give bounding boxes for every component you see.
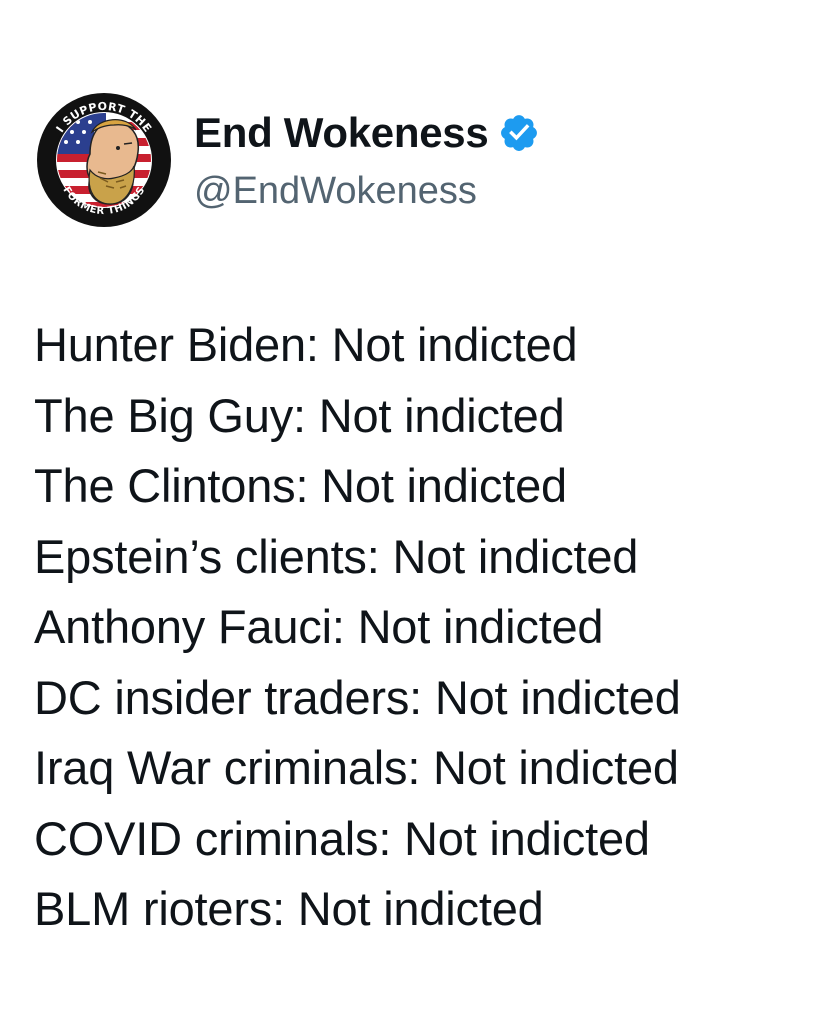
tweet-line: BLM rioters: Not indicted <box>34 882 544 935</box>
tweet-line: Anthony Fauci: Not indicted <box>34 600 604 653</box>
tweet-line: COVID criminals: Not indicted <box>34 811 650 865</box>
tweet-line: The Big Guy: Not indicted <box>34 388 565 442</box>
tweet-line: The Clintons: Not indicted <box>34 459 567 512</box>
tweet-header: I SUPPORT THE FORMER THINGS End Wokeness… <box>36 92 540 228</box>
tweet-screenshot: I SUPPORT THE FORMER THINGS End Wokeness… <box>0 0 840 1024</box>
tweet-line: DC insider traders: Not indicted <box>34 670 681 724</box>
verified-badge-icon <box>498 112 540 154</box>
tweet-body: Hunter Biden: Not indicted The Big Guy: … <box>34 310 824 945</box>
author-handle[interactable]: @EndWokeness <box>194 169 540 213</box>
patriot-badge-avatar-icon[interactable]: I SUPPORT THE FORMER THINGS <box>36 92 172 228</box>
tweet-line: Iraq War criminals: Not indicted <box>34 741 679 794</box>
tweet-line: Hunter Biden: Not indicted <box>34 318 578 371</box>
author-display-name[interactable]: End Wokeness <box>194 109 489 157</box>
display-name-row: End Wokeness <box>194 109 540 157</box>
author-name-block: End Wokeness @EndWokeness <box>194 109 540 213</box>
tweet-line: Epstein’s clients: Not indicted <box>34 529 639 583</box>
